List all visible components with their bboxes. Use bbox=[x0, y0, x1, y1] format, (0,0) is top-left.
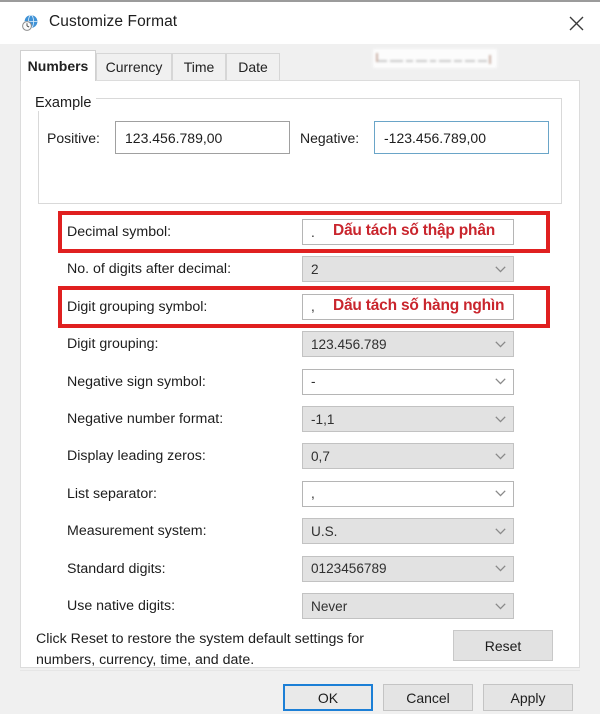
apply-button[interactable]: Apply bbox=[483, 684, 573, 711]
label-standard-digits: Standard digits: bbox=[67, 560, 166, 577]
chevron-down-icon bbox=[487, 490, 513, 497]
negative-example-field[interactable]: -123.456.789,00 bbox=[374, 121, 549, 154]
value-measurement-system: U.S. bbox=[311, 523, 338, 539]
negative-label: Negative: bbox=[300, 130, 360, 146]
combobox-display-leading-zeros[interactable]: 0,7 bbox=[302, 443, 514, 470]
cancel-button-label: Cancel bbox=[406, 689, 450, 706]
value-use-native-digits: Never bbox=[311, 598, 348, 614]
customize-format-dialog: Customize Format Numbers Currency Time D… bbox=[0, 0, 600, 714]
label-negative-sign-symbol: Negative sign symbol: bbox=[67, 373, 206, 390]
value-display-leading-zeros: 0,7 bbox=[311, 448, 330, 464]
positive-example-value: 123.456.789,00 bbox=[125, 129, 223, 146]
chevron-down-icon bbox=[487, 453, 513, 460]
label-display-leading-zeros: Display leading zeros: bbox=[67, 448, 206, 465]
label-use-native-digits: Use native digits: bbox=[67, 598, 176, 614]
cancel-button[interactable]: Cancel bbox=[383, 684, 473, 711]
reset-button[interactable]: Reset bbox=[453, 630, 553, 661]
window-title: Customize Format bbox=[49, 13, 178, 30]
region-globe-clock-icon bbox=[20, 13, 40, 33]
combobox-no-of-digits-after-decimal[interactable]: 2 bbox=[302, 256, 514, 283]
combobox-negative-sign-symbol[interactable]: - bbox=[302, 368, 514, 395]
value-negative-sign-symbol: - bbox=[311, 374, 316, 390]
value-digit-grouping: 123.456.789 bbox=[311, 336, 387, 352]
combobox-list-separator[interactable]: , bbox=[302, 480, 514, 507]
tab-time-label: Time bbox=[183, 59, 215, 75]
label-measurement-system: Measurement system: bbox=[67, 523, 207, 540]
chevron-down-icon bbox=[487, 341, 513, 348]
close-icon bbox=[569, 16, 583, 30]
combobox-digit-grouping[interactable]: 123.456.789 bbox=[302, 331, 514, 358]
value-standard-digits: 0123456789 bbox=[311, 561, 387, 577]
ok-button[interactable]: OK bbox=[283, 684, 373, 711]
tab-time[interactable]: Time bbox=[172, 53, 226, 80]
combobox-negative-number-format[interactable]: -1,1 bbox=[302, 406, 514, 432]
title-bar: Customize Format bbox=[0, 2, 600, 44]
label-no-of-digits-after-decimal: No. of digits after decimal: bbox=[67, 261, 232, 278]
chevron-down-icon bbox=[487, 565, 513, 572]
tab-numbers[interactable]: Numbers bbox=[20, 50, 96, 81]
reset-description: Click Reset to restore the system defaul… bbox=[36, 631, 365, 668]
chevron-down-icon bbox=[487, 415, 513, 423]
negative-example-value: -123.456.789,00 bbox=[384, 129, 486, 146]
apply-button-label: Apply bbox=[510, 689, 546, 706]
tab-currency[interactable]: Currency bbox=[96, 53, 172, 80]
label-list-separator: List separator: bbox=[67, 485, 157, 502]
close-button[interactable] bbox=[552, 2, 600, 44]
tab-date[interactable]: Date bbox=[226, 53, 280, 80]
footer-divider bbox=[20, 670, 580, 671]
chevron-down-icon bbox=[487, 378, 513, 385]
positive-label: Positive: bbox=[47, 130, 100, 146]
tab-date-label: Date bbox=[238, 59, 268, 75]
label-digit-grouping: Digit grouping: bbox=[67, 336, 159, 353]
tab-numbers-label: Numbers bbox=[27, 58, 89, 74]
combobox-standard-digits[interactable]: 0123456789 bbox=[302, 555, 514, 582]
redacted-overlay bbox=[373, 49, 497, 68]
annotation-0: Dấu tách số thập phân bbox=[333, 222, 496, 239]
annotation-1: Dấu tách số hàng nghìn bbox=[333, 296, 505, 314]
reset-button-label: Reset bbox=[484, 637, 522, 654]
chevron-down-icon bbox=[487, 266, 513, 273]
tab-currency-label: Currency bbox=[105, 59, 163, 75]
chevron-down-icon bbox=[487, 528, 513, 535]
positive-example-field[interactable]: 123.456.789,00 bbox=[115, 121, 290, 154]
value-list-separator: , bbox=[311, 486, 315, 502]
combobox-use-native-digits[interactable]: Never bbox=[302, 593, 514, 619]
value-no-of-digits-after-decimal: 2 bbox=[311, 261, 319, 277]
ok-button-label: OK bbox=[317, 689, 339, 706]
chevron-down-icon bbox=[487, 602, 513, 610]
value-negative-number-format: -1,1 bbox=[311, 411, 335, 427]
example-legend: Example bbox=[30, 95, 97, 111]
label-negative-number-format: Negative number format: bbox=[67, 411, 224, 427]
combobox-measurement-system[interactable]: U.S. bbox=[302, 518, 514, 545]
